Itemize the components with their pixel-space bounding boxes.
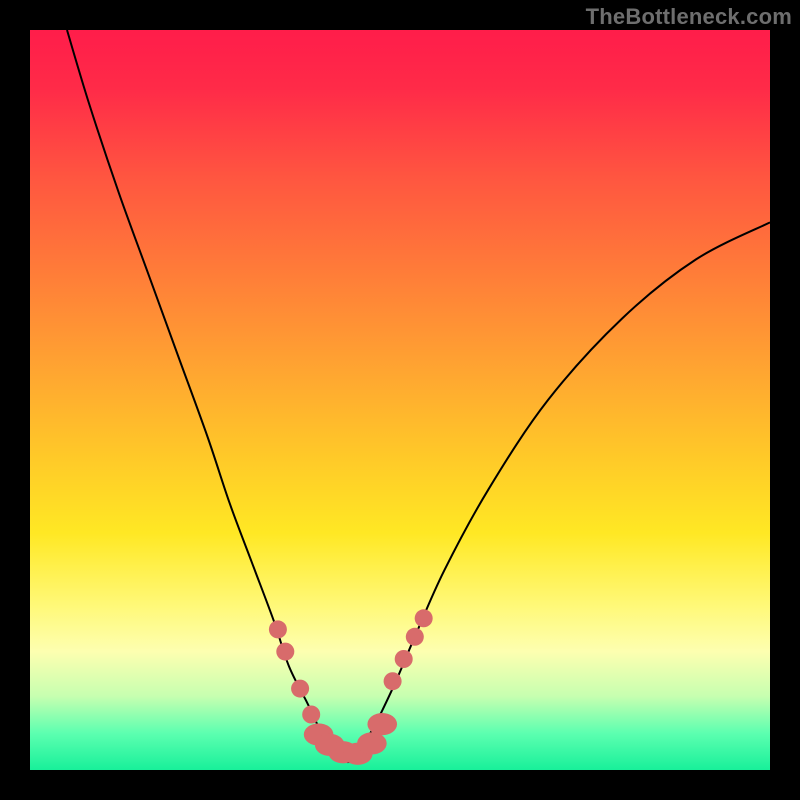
data-dot [291,680,309,698]
data-dot [302,706,320,724]
data-dot [384,672,402,690]
data-bead [357,732,387,754]
data-dot [395,650,413,668]
chart-frame: TheBottleneck.com [0,0,800,800]
data-bead [367,713,397,735]
data-dot [415,609,433,627]
beads-group [304,713,397,765]
chart-svg [30,30,770,770]
left-curve [67,30,348,763]
dots-group [269,609,433,723]
watermark-text: TheBottleneck.com [586,4,792,30]
data-dot [269,620,287,638]
data-dot [406,628,424,646]
data-dot [276,643,294,661]
plot-area [30,30,770,770]
right-curve [348,222,770,762]
